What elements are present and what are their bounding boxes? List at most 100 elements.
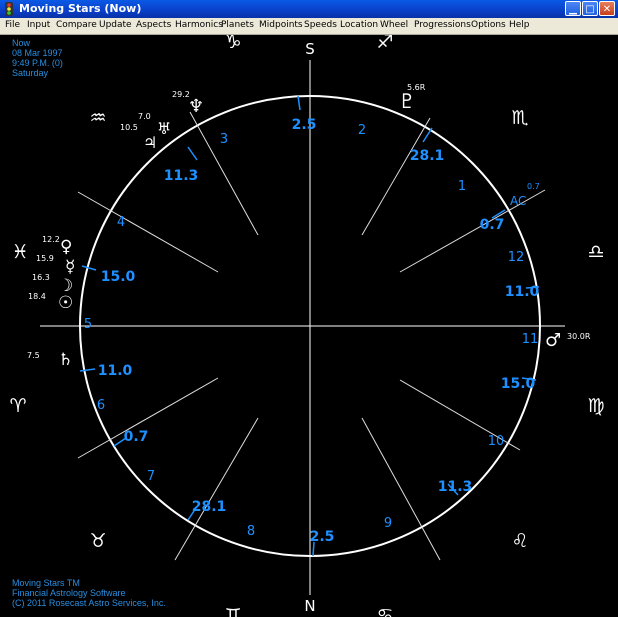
venus-icon: ♀ bbox=[60, 237, 72, 257]
scorpio-sign-icon: ♏ bbox=[511, 107, 528, 129]
house-number: 11 bbox=[522, 332, 539, 347]
close-button[interactable]: ✕ bbox=[599, 1, 615, 16]
house-number: 12 bbox=[508, 250, 525, 265]
house-number: 4 bbox=[117, 215, 125, 230]
uranus-icon: ♅ bbox=[157, 119, 171, 138]
cusp-degree-label: 2.5 bbox=[292, 117, 317, 133]
ascendant-label: AC bbox=[510, 194, 526, 208]
cusp-degree-label: 0.7 bbox=[124, 429, 149, 445]
house-number: 5 bbox=[84, 317, 92, 332]
house-numbers: 1 2 3 4 5 6 7 8 9 10 11 12 bbox=[84, 123, 538, 539]
cusp-degree-label: 11.0 bbox=[98, 363, 133, 379]
jupiter-degree: 10.5 bbox=[120, 123, 138, 132]
cusp-degree-label: 28.1 bbox=[410, 148, 445, 164]
footer-credits: Moving Stars TM Financial Astrology Soft… bbox=[12, 578, 166, 608]
aquarius-sign-icon: ♒ bbox=[89, 107, 106, 129]
menu-planets[interactable]: Planets bbox=[221, 20, 254, 30]
cusp-degree-label: 11.3 bbox=[438, 479, 473, 495]
window-title: Moving Stars (Now) bbox=[19, 2, 142, 15]
minimize-icon: ▁ bbox=[569, 4, 577, 15]
maximize-icon: □ bbox=[585, 4, 595, 15]
chart-date: 08 Mar 1997 bbox=[12, 48, 63, 58]
compass-north: N bbox=[304, 597, 315, 615]
close-icon: ✕ bbox=[602, 4, 612, 15]
leo-sign-icon: ♌ bbox=[511, 530, 528, 552]
menu-location[interactable]: Location bbox=[340, 20, 378, 30]
virgo-sign-icon: ♍ bbox=[587, 395, 604, 417]
footer-product: Moving Stars TM bbox=[12, 578, 80, 588]
cusp-degree-label: 28.1 bbox=[192, 499, 227, 515]
menu-bar: File Input Compare Update Aspects Harmon… bbox=[0, 18, 618, 35]
cusp-degree-label: 2.5 bbox=[310, 529, 335, 545]
gemini-sign-icon: ♊ bbox=[224, 605, 241, 617]
saturn-degree: 7.5 bbox=[27, 351, 40, 360]
cancer-sign-icon: ♋ bbox=[376, 605, 393, 617]
cusp-degree-label: 0.7 bbox=[480, 217, 505, 233]
house-number: 7 bbox=[147, 469, 155, 484]
cusp-degree-label: 11.0 bbox=[505, 284, 540, 300]
chart-wheel: S N ♑ ♒ ♓ ♈ ♉ ♊ ♋ ♌ ♍ ♎ ♏ ♐ 1 2 3 4 5 6 … bbox=[9, 35, 604, 617]
house-number: 10 bbox=[488, 434, 505, 449]
saturn-icon: ♄ bbox=[58, 350, 73, 370]
minimize-button[interactable]: ▁ bbox=[565, 1, 581, 16]
traffic-light-icon bbox=[5, 2, 13, 16]
cusp-line-9 bbox=[361, 417, 441, 561]
cusp-degree-label: 15.0 bbox=[101, 269, 136, 285]
cusp-tick bbox=[79, 368, 96, 372]
footer-copyright: (C) 2011 Rosecast Astro Services, Inc. bbox=[12, 598, 166, 608]
pisces-sign-icon: ♓ bbox=[11, 241, 28, 263]
aries-sign-icon: ♈ bbox=[9, 395, 26, 417]
menu-harmonics[interactable]: Harmonics bbox=[175, 20, 223, 30]
mars-degree: 30.0R bbox=[567, 332, 591, 341]
maximize-button[interactable]: □ bbox=[582, 1, 598, 16]
cusp-degree-label: 15.0 bbox=[501, 376, 536, 392]
compass-south: S bbox=[305, 40, 315, 58]
menu-compare[interactable]: Compare bbox=[56, 20, 97, 30]
mars-icon: ♂ bbox=[545, 330, 561, 351]
house-number: 9 bbox=[384, 516, 392, 531]
house-cusp-lines bbox=[77, 111, 546, 561]
house-number: 1 bbox=[458, 179, 466, 194]
cusp-tick bbox=[187, 146, 198, 161]
menu-aspects[interactable]: Aspects bbox=[136, 20, 171, 30]
menu-input[interactable]: Input bbox=[27, 20, 50, 30]
capricorn-sign-icon: ♑ bbox=[224, 35, 241, 53]
taurus-sign-icon: ♉ bbox=[89, 530, 106, 552]
cusp-degree-labels: 2.5 28.1 11.3 0.7 15.0 11.0 11.0 15.0 0.… bbox=[98, 117, 540, 545]
chart-name: Now bbox=[12, 38, 31, 48]
chart-weekday: Saturday bbox=[12, 68, 49, 78]
menu-options[interactable]: Options bbox=[471, 20, 506, 30]
title-bar[interactable]: Moving Stars (Now) ▁ □ ✕ bbox=[0, 0, 618, 18]
menu-update[interactable]: Update bbox=[99, 20, 132, 30]
menu-wheel[interactable]: Wheel bbox=[380, 20, 408, 30]
uranus-degree: 7.0 bbox=[138, 112, 151, 121]
pluto-degree: 5.6R bbox=[407, 83, 426, 92]
neptune-icon: ♆ bbox=[188, 96, 204, 117]
neptune-degree: 29.2 bbox=[172, 90, 190, 99]
ascendant-degree: 0.7 bbox=[527, 182, 540, 191]
footer-tagline: Financial Astrology Software bbox=[12, 588, 126, 598]
mercury-icon: ☿ bbox=[65, 257, 75, 277]
jupiter-icon: ♃ bbox=[143, 133, 157, 152]
chart-info: Now 08 Mar 1997 9:49 P.M. (0) Saturday bbox=[12, 38, 63, 78]
house-number: 6 bbox=[97, 398, 105, 413]
libra-sign-icon: ♎ bbox=[587, 241, 604, 263]
cusp-degree-label: 11.3 bbox=[164, 168, 199, 184]
menu-help[interactable]: Help bbox=[509, 20, 530, 30]
sagittarius-sign-icon: ♐ bbox=[376, 35, 393, 53]
house-number: 3 bbox=[220, 132, 228, 147]
cusp-line-2 bbox=[361, 117, 431, 236]
sun-degree: 18.4 bbox=[28, 292, 46, 301]
pluto-icon: ♇ bbox=[398, 89, 416, 113]
menu-midpoints[interactable]: Midpoints bbox=[259, 20, 303, 30]
menu-progressions[interactable]: Progressions bbox=[414, 20, 471, 30]
chart-time: 9:49 P.M. (0) bbox=[12, 58, 63, 68]
mercury-degree: 15.9 bbox=[36, 254, 54, 263]
sun-icon: ☉ bbox=[58, 293, 73, 313]
house-number: 8 bbox=[247, 524, 255, 539]
menu-file[interactable]: File bbox=[5, 20, 20, 30]
cusp-tick bbox=[297, 95, 301, 111]
menu-speeds[interactable]: Speeds bbox=[304, 20, 337, 30]
cusp-line-8 bbox=[174, 417, 259, 561]
house-number: 2 bbox=[358, 123, 366, 138]
